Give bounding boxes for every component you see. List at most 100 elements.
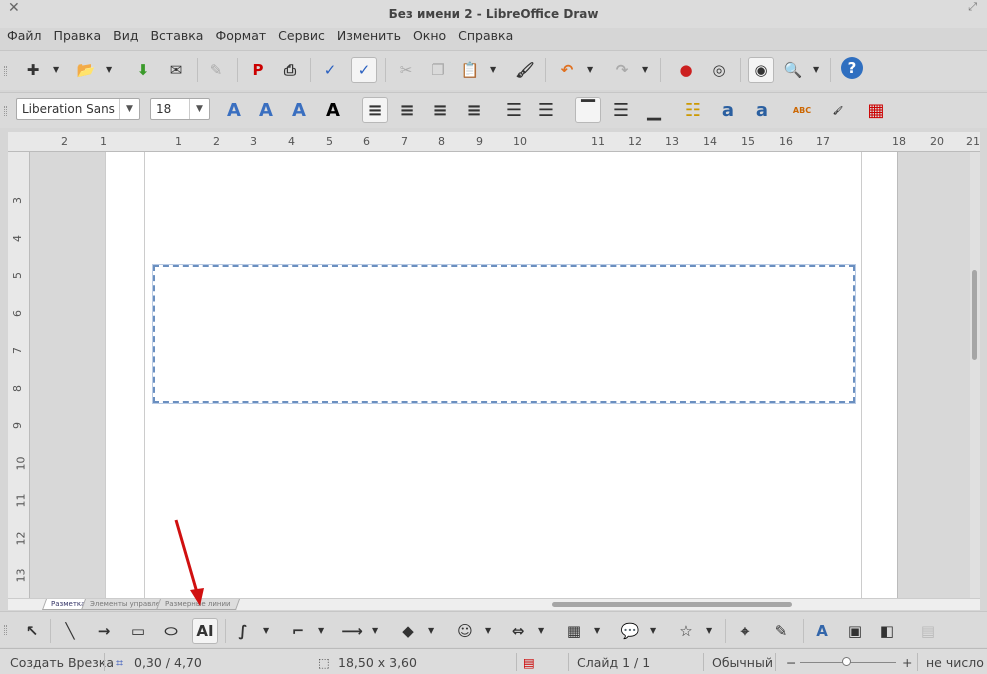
menu-item[interactable]: Изменить (337, 28, 401, 46)
paintbrush-icon[interactable]: 🖌 (825, 97, 851, 123)
menu-item[interactable]: Файл (7, 28, 42, 46)
toolbar-grip[interactable] (4, 105, 7, 116)
email-icon[interactable]: ✉ (163, 57, 189, 83)
dropdown-arrow-icon[interactable]: ▼ (263, 626, 269, 635)
autocorrect-icon[interactable]: ABC (789, 97, 815, 123)
decrease-spacing-icon[interactable]: ☰ (533, 97, 559, 123)
align-left-icon[interactable]: ≡ (362, 97, 388, 123)
shadow-text-icon[interactable]: A (253, 97, 279, 123)
dropdown-arrow-icon[interactable]: ▼ (706, 626, 712, 635)
extrusion-icon[interactable]: ▤ (915, 618, 941, 644)
menu-item[interactable]: Сервис (278, 28, 325, 46)
menu-item[interactable]: Формат (215, 28, 266, 46)
undo-icon[interactable]: ↶ (554, 57, 580, 83)
redo-icon[interactable]: ↷ (609, 57, 635, 83)
align-right-icon[interactable]: ≡ (427, 97, 453, 123)
chevron-down-icon[interactable]: ▼ (189, 99, 209, 119)
navigator-icon[interactable]: ◎ (706, 57, 732, 83)
dropdown-arrow-icon[interactable]: ▼ (594, 626, 600, 635)
scrollbar-thumb[interactable] (972, 270, 977, 360)
page[interactable] (105, 152, 898, 598)
align-top-icon[interactable]: ▔ (575, 97, 601, 123)
clone-formatting-icon[interactable]: 🖌 (512, 57, 538, 83)
maximize-button[interactable]: ⤢ (968, 0, 977, 14)
curve-icon[interactable]: ∫ (230, 618, 256, 644)
bold-shadow-icon[interactable]: A (320, 97, 346, 123)
gallery-icon[interactable]: ● (673, 57, 699, 83)
toolbar-grip[interactable] (4, 65, 7, 76)
dropdown-arrow-icon[interactable]: ▼ (587, 65, 593, 74)
menu-item[interactable]: Справка (458, 28, 513, 46)
select-icon[interactable]: ↖ (19, 618, 45, 644)
print-icon[interactable]: ⎙ (277, 57, 303, 83)
edit-file-icon[interactable]: ✎ (203, 57, 229, 83)
points-icon[interactable]: ⌖ (732, 618, 758, 644)
menu-item[interactable]: Правка (54, 28, 102, 46)
ellipse-icon[interactable]: ⬭ (158, 618, 184, 644)
font-size-combo[interactable]: 18 ▼ (150, 98, 210, 120)
block-arrows-icon[interactable]: ⇔ (505, 618, 531, 644)
character-color-icon[interactable]: ▦ (863, 97, 889, 123)
menu-item[interactable]: Окно (413, 28, 446, 46)
drawing-canvas[interactable] (30, 152, 970, 598)
chevron-down-icon[interactable]: ▼ (119, 99, 139, 119)
stars-icon[interactable]: ☆ (673, 618, 699, 644)
dropdown-arrow-icon[interactable]: ▼ (53, 65, 59, 74)
new-icon[interactable]: ✚ (20, 57, 46, 83)
shadow-icon[interactable]: ◧ (874, 618, 900, 644)
symbol-shapes-icon[interactable]: ☺ (452, 618, 478, 644)
paste-icon[interactable]: 📋 (457, 57, 483, 83)
zoom-in-button[interactable]: + (902, 655, 912, 670)
from-file-icon[interactable]: ▣ (842, 618, 868, 644)
text-icon[interactable]: AI (192, 618, 218, 644)
dropdown-arrow-icon[interactable]: ▼ (642, 65, 648, 74)
vertical-scrollbar[interactable] (970, 152, 980, 598)
dropdown-arrow-icon[interactable]: ▼ (650, 626, 656, 635)
document-modified-icon[interactable]: ▤ (523, 655, 535, 670)
rectangle-icon[interactable]: ▭ (125, 618, 151, 644)
align-center-icon[interactable]: ≡ (394, 97, 420, 123)
justify-icon[interactable]: ≡ (461, 97, 487, 123)
connector-icon[interactable]: ⌐ (285, 618, 311, 644)
increase-font-icon[interactable]: a (715, 97, 741, 123)
dropdown-arrow-icon[interactable]: ▼ (485, 626, 491, 635)
horizontal-ruler[interactable]: 2 1 1 2 3 4 5 6 7 8 9 10 11 12 13 14 15 16 17 18 20 21 (8, 132, 980, 152)
align-middle-icon[interactable]: ☰ (608, 97, 634, 123)
export-pdf-icon[interactable]: P (245, 57, 271, 83)
close-window-button[interactable]: ✕ (8, 0, 20, 16)
copy-icon[interactable]: ❐ (425, 57, 451, 83)
menu-item[interactable]: Вид (113, 28, 138, 46)
dropdown-arrow-icon[interactable]: ▼ (428, 626, 434, 635)
flowchart-icon[interactable]: ▦ (561, 618, 587, 644)
align-bottom-icon[interactable]: ▁ (641, 97, 667, 123)
glue-points-icon[interactable]: ✎ (768, 618, 794, 644)
zoom-value[interactable]: не число (926, 655, 984, 670)
lines-arrows-icon[interactable]: ⟶ (339, 618, 365, 644)
basic-shapes-icon[interactable]: ◆ (395, 618, 421, 644)
dropdown-arrow-icon[interactable]: ▼ (372, 626, 378, 635)
line-icon[interactable]: ╲ (57, 618, 83, 644)
open-icon[interactable]: 📂 (73, 57, 99, 83)
spellcheck-icon[interactable]: ✓ (317, 57, 343, 83)
dropdown-arrow-icon[interactable]: ▼ (813, 65, 819, 74)
dropdown-arrow-icon[interactable]: ▼ (106, 65, 112, 74)
decrease-font-icon[interactable]: a (749, 97, 775, 123)
save-icon[interactable]: ⬇ (130, 57, 156, 83)
help-icon[interactable]: ? (841, 57, 863, 79)
bullets-icon[interactable]: ☷ (680, 97, 706, 123)
callouts-icon[interactable]: 💬 (617, 618, 643, 644)
arrow-line-icon[interactable]: → (91, 618, 117, 644)
vertical-ruler[interactable]: 3 4 5 6 7 8 9 10 11 12 13 (8, 152, 30, 598)
dropdown-arrow-icon[interactable]: ▼ (318, 626, 324, 635)
zoom-pan-icon[interactable]: ◉ (748, 57, 774, 83)
zoom-icon[interactable]: 🔍 (780, 57, 806, 83)
horizontal-scrollbar-thumb[interactable] (552, 602, 792, 607)
font-name-combo[interactable]: Liberation Sans ▼ (16, 98, 140, 120)
underline-fontwork-icon[interactable]: A (286, 97, 312, 123)
text-frame[interactable] (152, 264, 856, 404)
outline-icon[interactable]: A (221, 97, 247, 123)
cut-icon[interactable]: ✂ (393, 57, 419, 83)
fontwork-icon[interactable]: A (809, 618, 835, 644)
increase-spacing-icon[interactable]: ☰ (501, 97, 527, 123)
zoom-slider-handle[interactable] (842, 657, 851, 666)
